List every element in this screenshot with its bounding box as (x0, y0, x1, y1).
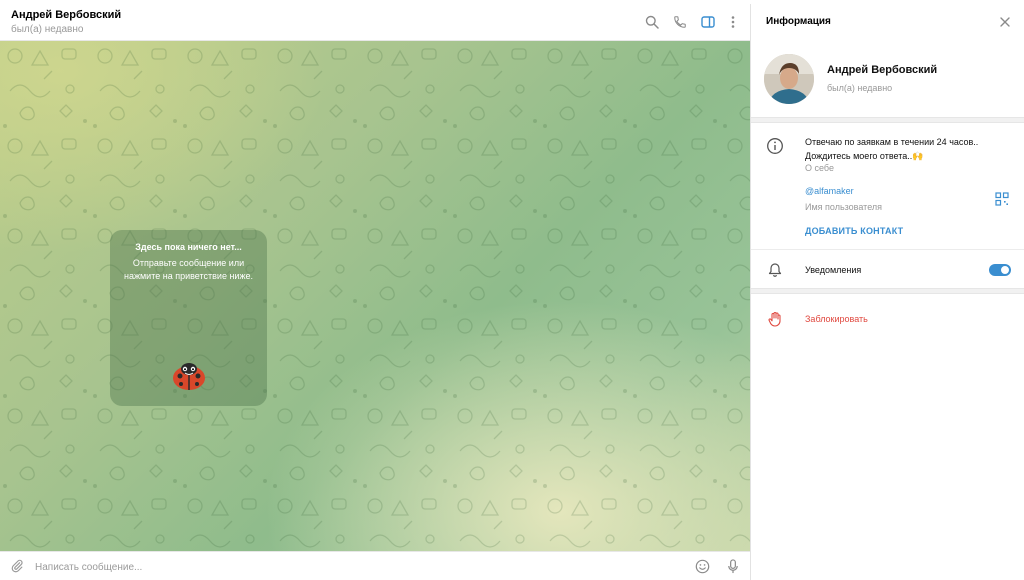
window-top-strip (0, 0, 1024, 4)
message-composer (0, 551, 750, 580)
notifications-label: Уведомления (805, 265, 862, 275)
hand-stop-icon[interactable] (767, 311, 783, 327)
chat-header: Андрей Вербовский был(а) недавно (0, 4, 750, 41)
profile-status: был(а) недавно (827, 83, 893, 93)
block-user-button[interactable]: Заблокировать (805, 314, 868, 324)
section-divider (751, 288, 1024, 294)
info-panel: Информация Андрей Вербовский был(а) неда… (750, 0, 1024, 580)
qr-code-icon[interactable] (995, 192, 1009, 206)
emoji-icon[interactable] (693, 557, 711, 575)
phone-icon[interactable] (671, 13, 689, 31)
notifications-toggle[interactable] (989, 264, 1011, 276)
chat-column: Андрей Вербовский был(а) недавно Здесь п… (0, 0, 750, 580)
info-panel-header: Информация (751, 4, 1024, 39)
empty-chat-card: Здесь пока ничего нет... Отправьте сообщ… (110, 230, 267, 406)
toggle-knob (1000, 265, 1010, 275)
username-label: Имя пользователя (805, 202, 883, 212)
divider (751, 249, 1024, 250)
more-vertical-icon[interactable] (724, 13, 742, 31)
search-icon[interactable] (643, 13, 661, 31)
bio-label: О себе (805, 163, 834, 173)
empty-chat-text: Отправьте сообщение или нажмите на приве… (124, 258, 253, 281)
profile-name: Андрей Вербовский (827, 64, 938, 76)
attach-icon[interactable] (8, 557, 26, 575)
section-divider (751, 117, 1024, 123)
chat-title[interactable]: Андрей Вербовский (11, 9, 121, 21)
microphone-icon[interactable] (724, 557, 742, 575)
empty-chat-title: Здесь пока ничего нет... (135, 242, 242, 252)
info-icon (766, 137, 784, 155)
avatar[interactable] (764, 54, 814, 104)
bio-text: Отвечаю по заявкам в течении 24 часов.. … (805, 137, 979, 161)
sidebar-toggle-icon[interactable] (699, 13, 717, 31)
info-panel-title: Информация (766, 16, 831, 27)
chat-background: Здесь пока ничего нет... Отправьте сообщ… (0, 41, 750, 551)
bell-icon (767, 262, 783, 278)
ladybug-sticker[interactable] (170, 358, 208, 392)
chat-status: был(а) недавно (11, 24, 84, 35)
message-input[interactable] (35, 559, 635, 575)
close-icon[interactable] (998, 15, 1012, 29)
add-contact-button[interactable]: ДОБАВИТЬ КОНТАКТ (805, 226, 903, 236)
username-link[interactable]: @alfamaker (805, 186, 854, 196)
